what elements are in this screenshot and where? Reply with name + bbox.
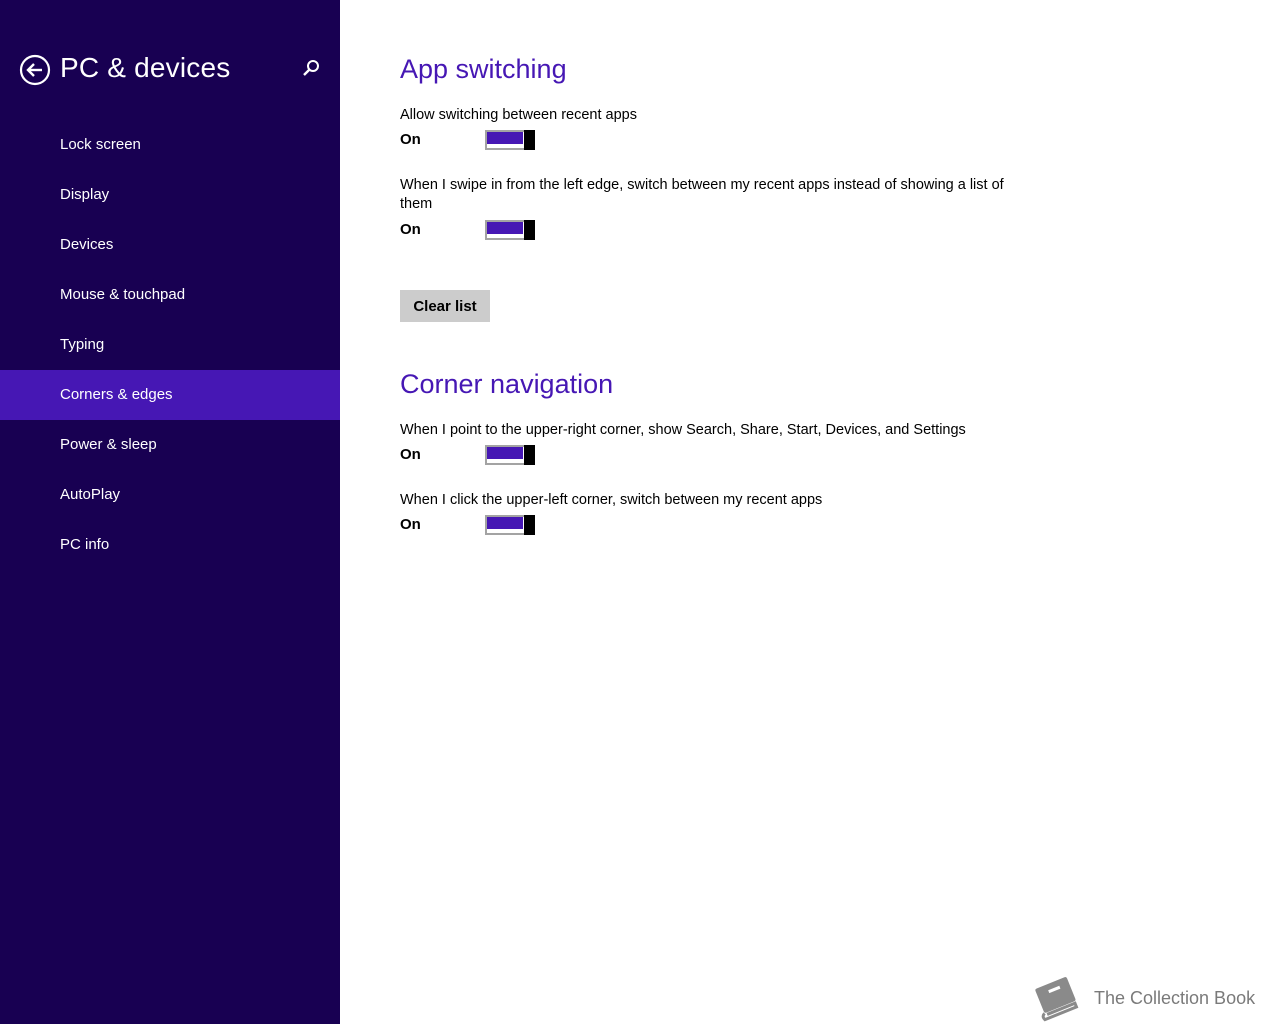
setting-upper-left-corner: On bbox=[400, 515, 600, 537]
toggle-fill bbox=[487, 222, 523, 234]
watermark-text: The Collection Book bbox=[1094, 988, 1256, 1008]
setting-label-allow-switching: Allow switching between recent apps bbox=[400, 107, 637, 123]
toggle-state-label: On bbox=[400, 446, 421, 463]
back-button[interactable] bbox=[19, 54, 51, 86]
watermark: The Collection Book bbox=[1028, 974, 1273, 1024]
setting-label-upper-right-corner: When I point to the upper-right corner, … bbox=[400, 422, 966, 438]
back-arrow-icon bbox=[19, 54, 51, 86]
toggle-allow-switching[interactable] bbox=[485, 130, 535, 150]
sidebar-item-power-sleep[interactable]: Power & sleep bbox=[0, 420, 340, 470]
setting-allow-switching: On bbox=[400, 130, 600, 152]
toggle-fill bbox=[487, 132, 523, 144]
sidebar-item-mouse-touchpad[interactable]: Mouse & touchpad bbox=[0, 270, 340, 320]
toggle-thumb[interactable] bbox=[524, 130, 535, 150]
section-title-corner-navigation: Corner navigation bbox=[400, 369, 614, 399]
toggle-upper-right-corner[interactable] bbox=[485, 445, 535, 465]
sidebar-item-corners-edges[interactable]: Corners & edges bbox=[0, 370, 340, 420]
sidebar-item-autoplay[interactable]: AutoPlay bbox=[0, 470, 340, 520]
toggle-upper-left-corner[interactable] bbox=[485, 515, 535, 535]
setting-label-upper-left-corner: When I click the upper-left corner, swit… bbox=[400, 492, 823, 508]
toggle-fill bbox=[487, 447, 523, 459]
sidebar-item-lock-screen[interactable]: Lock screen bbox=[0, 120, 340, 170]
section-title-app-switching: App switching bbox=[400, 54, 567, 84]
sidebar-nav: Lock screen Display Devices Mouse & touc… bbox=[0, 120, 340, 570]
setting-swipe-left-edge: On bbox=[400, 220, 600, 242]
sidebar-item-display[interactable]: Display bbox=[0, 170, 340, 220]
toggle-thumb[interactable] bbox=[524, 445, 535, 465]
book-icon bbox=[1035, 977, 1079, 1022]
sidebar: PC & devices Lock screen Display Devices… bbox=[0, 0, 340, 1024]
toggle-fill bbox=[487, 517, 523, 529]
setting-upper-right-corner: On bbox=[400, 445, 600, 467]
sidebar-item-typing[interactable]: Typing bbox=[0, 320, 340, 370]
search-button[interactable] bbox=[300, 58, 322, 80]
toggle-thumb[interactable] bbox=[524, 220, 535, 240]
toggle-swipe-left-edge[interactable] bbox=[485, 220, 535, 240]
page-title: PC & devices bbox=[60, 52, 231, 83]
sidebar-item-devices[interactable]: Devices bbox=[0, 220, 340, 270]
clear-list-button[interactable]: Clear list bbox=[400, 290, 490, 322]
toggle-state-label: On bbox=[400, 516, 421, 533]
search-icon bbox=[303, 60, 319, 76]
setting-label-swipe-left-edge: When I swipe in from the left edge, swit… bbox=[400, 177, 1004, 212]
toggle-thumb[interactable] bbox=[524, 515, 535, 535]
sidebar-item-pc-info[interactable]: PC info bbox=[0, 520, 340, 570]
toggle-state-label: On bbox=[400, 221, 421, 238]
toggle-state-label: On bbox=[400, 131, 421, 148]
